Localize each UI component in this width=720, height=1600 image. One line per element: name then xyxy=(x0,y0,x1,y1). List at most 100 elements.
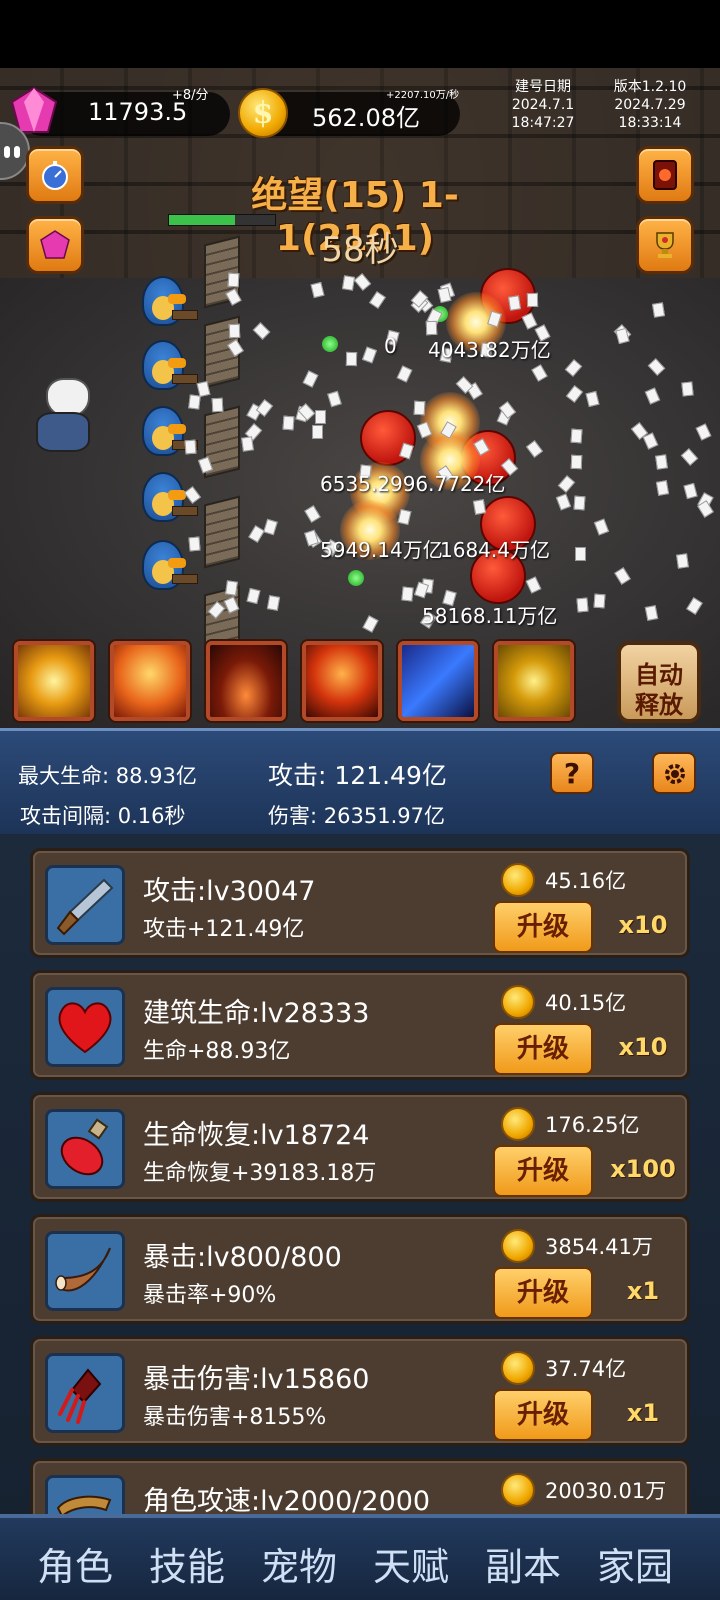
green-orb xyxy=(322,336,338,352)
upgrade-multiplier[interactable]: x100 xyxy=(603,1155,683,1183)
card-projectile xyxy=(224,580,238,597)
upgrade-icon-frame xyxy=(45,1353,125,1433)
skill-slot-6[interactable] xyxy=(494,641,574,721)
build-label: 建号日期 xyxy=(515,79,571,95)
upgrade-desc: 攻击+121.49亿 xyxy=(143,917,305,942)
lightning-skill-icon xyxy=(402,645,474,717)
nav-tab-skills[interactable]: 技能 xyxy=(132,1536,242,1591)
nav-tab-home[interactable]: 家园 xyxy=(580,1536,690,1591)
stopwatch-icon xyxy=(42,161,68,190)
auto-cast-button[interactable]: 自动 释放 xyxy=(617,641,701,723)
skill-slot-2[interactable] xyxy=(110,641,190,721)
interval-value: 0.16秒 xyxy=(117,804,186,828)
coin-icon: $ xyxy=(238,88,288,138)
coin-icon xyxy=(501,1473,535,1507)
skill-slot-4[interactable] xyxy=(302,641,382,721)
upgrade-icon-frame xyxy=(45,1475,125,1514)
green-orb xyxy=(348,570,364,586)
upgrade-desc: 生命+88.93亿 xyxy=(143,1039,291,1064)
upgrade-multiplier[interactable]: x1 xyxy=(603,1399,683,1427)
pet-dog xyxy=(26,378,100,458)
upgrade-cost: 45.16亿 xyxy=(545,869,627,893)
upgrade-desc: 生命恢复+39183.18万 xyxy=(143,1161,377,1186)
upgrade-multiplier[interactable]: x1 xyxy=(603,1277,683,1305)
card-projectile xyxy=(227,272,239,287)
upgrade-row-attack-speed: 角色攻速:lv2000/2000 20030.01万 xyxy=(30,1458,690,1514)
nav-tab-dungeon[interactable]: 副本 xyxy=(468,1536,578,1591)
stage-timer: 58秒 xyxy=(321,230,399,270)
upgrade-desc: 暴击伤害+8155% xyxy=(143,1405,327,1430)
gem-icon xyxy=(40,230,70,259)
upgrade-cost: 3854.41万 xyxy=(545,1235,653,1259)
damage-value: 26351.97亿 xyxy=(323,804,445,828)
card-projectile xyxy=(315,409,327,424)
potion-icon xyxy=(60,1118,109,1176)
settings-button[interactable] xyxy=(652,752,696,794)
card-projectile xyxy=(240,436,254,452)
upgrade-cost: 176.25亿 xyxy=(545,1113,640,1137)
skill-slot-5[interactable] xyxy=(398,641,478,721)
nav-tab-pets[interactable]: 宠物 xyxy=(244,1536,354,1591)
upgrade-title: 角色攻速:lv2000/2000 xyxy=(143,1486,431,1514)
damage-number: 4043.82万亿 xyxy=(428,338,551,362)
upgrade-button[interactable]: 升级 xyxy=(493,1023,593,1075)
card-projectile xyxy=(675,553,689,569)
card-projectile xyxy=(311,424,323,439)
card-projectile xyxy=(570,428,583,444)
heart-icon xyxy=(58,1002,112,1054)
card-projectile xyxy=(196,380,210,397)
max-hp-label: 最大生命: xyxy=(18,764,110,788)
upgrade-row-crit-damage: 暴击伤害:lv15860 暴击伤害+8155% 37.74亿 升级 x1 xyxy=(30,1336,690,1446)
card-projectile xyxy=(413,400,425,416)
upgrade-icon-frame xyxy=(45,987,125,1067)
card-button[interactable] xyxy=(636,146,694,204)
duck-gunner xyxy=(138,406,198,462)
coin-icon xyxy=(501,1229,535,1263)
upgrade-title: 攻击:lv30047 xyxy=(143,876,316,907)
build-date: 2024.7.1 xyxy=(511,97,575,113)
damage-stat: 伤害: 26351.97亿 xyxy=(268,800,445,830)
upgrade-row-attack: 攻击:lv30047 攻击+121.49亿 45.16亿 升级 x10 xyxy=(30,848,690,958)
gem-shop-button[interactable] xyxy=(26,216,84,274)
upgrade-multiplier[interactable]: x10 xyxy=(603,911,683,939)
trophy-button[interactable] xyxy=(636,216,694,274)
upgrade-button[interactable]: 升级 xyxy=(493,1145,593,1197)
damage-number: 58168.11万亿 xyxy=(422,604,558,628)
upgrade-button[interactable]: 升级 xyxy=(493,901,593,953)
explosion-skill-icon xyxy=(18,645,90,717)
nav-tab-character[interactable]: 角色 xyxy=(20,1536,130,1591)
duck-gunner xyxy=(138,340,198,396)
upgrade-row-crit: 暴击:lv800/800 暴击率+90% 3854.41万 升级 x1 xyxy=(30,1214,690,1324)
card-projectile xyxy=(571,454,583,470)
fire-demon-skill-icon xyxy=(114,645,186,717)
upgrade-row-building-hp: 建筑生命:lv28333 生命+88.93亿 40.15亿 升级 x10 xyxy=(30,970,690,1080)
attack-stat: 攻击: 121.49亿 xyxy=(268,756,447,792)
upgrade-button[interactable]: 升级 xyxy=(493,1389,593,1441)
version-info: 版本1.2.10 2024.7.29 18:33:14 xyxy=(600,78,700,132)
damage-number: 5949.14万亿 xyxy=(320,538,443,562)
version-date: 2024.7.29 xyxy=(614,97,686,113)
duck-gunner xyxy=(138,472,198,528)
skill-slot-1[interactable] xyxy=(14,641,94,721)
help-button[interactable]: ? xyxy=(550,752,594,794)
upgrade-title: 建筑生命:lv28333 xyxy=(143,998,370,1029)
nav-tab-talents[interactable]: 天赋 xyxy=(356,1536,466,1591)
damage-label: 伤害: xyxy=(268,804,318,828)
speed-icon xyxy=(56,1495,112,1514)
card-projectile xyxy=(576,597,589,613)
card-projectile xyxy=(593,593,606,609)
version-time: 18:33:14 xyxy=(618,115,682,131)
stopwatch-button[interactable] xyxy=(26,146,84,204)
upgrade-icon-frame xyxy=(45,1109,125,1189)
upgrade-button[interactable]: 升级 xyxy=(493,1267,593,1319)
card-projectile xyxy=(652,301,666,318)
card-icon xyxy=(653,160,677,190)
upgrade-title: 暴击:lv800/800 xyxy=(143,1242,342,1273)
upgrade-title: 生命恢复:lv18724 xyxy=(143,1120,370,1151)
upgrade-list[interactable]: 攻击:lv30047 攻击+121.49亿 45.16亿 升级 x10 建筑生命… xyxy=(0,834,720,1514)
skill-slot-3[interactable] xyxy=(206,641,286,721)
upgrade-multiplier[interactable]: x10 xyxy=(603,1033,683,1061)
damage-number: 1684.4万亿 xyxy=(440,538,550,562)
gem-value: 11793.5 xyxy=(88,98,188,126)
upgrade-cost: 20030.01万 xyxy=(545,1479,667,1503)
